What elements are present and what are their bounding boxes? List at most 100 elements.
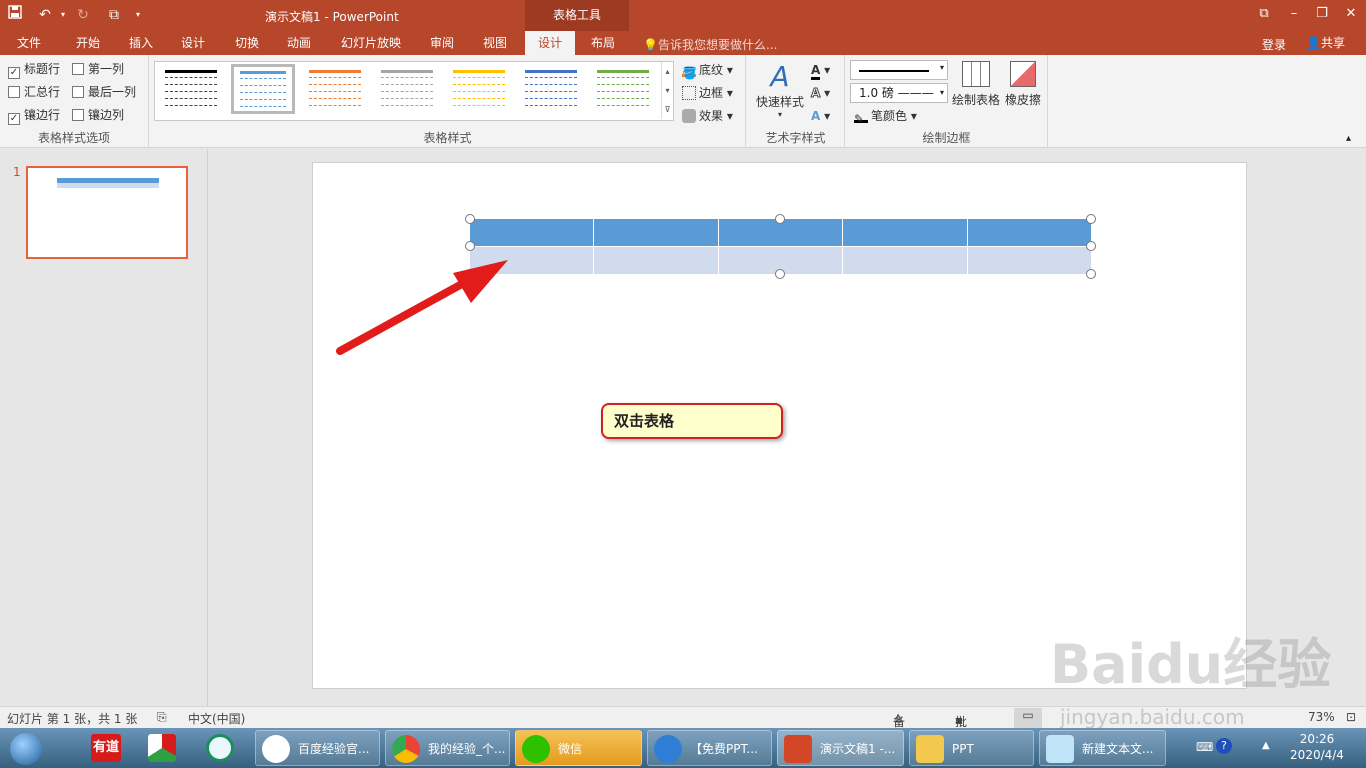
tab-insert[interactable]: 插入 xyxy=(118,31,164,55)
text-outline-button[interactable]: A ▾ xyxy=(810,83,830,103)
tab-view[interactable]: 视图 xyxy=(472,31,518,55)
gallery-scroll-up-icon[interactable]: ▴ xyxy=(661,62,673,81)
borders-button[interactable]: 边框 ▾ xyxy=(682,83,733,103)
tab-transitions[interactable]: 切换 xyxy=(224,31,270,55)
text-effects-button[interactable]: A ▾ xyxy=(811,106,830,126)
table-style-option[interactable] xyxy=(591,66,655,116)
redo-icon[interactable]: ↻ xyxy=(72,5,94,25)
baidu-watermark-logo: Baidu经验 xyxy=(1050,633,1332,696)
checkbox-banded-columns[interactable]: 镶边列 xyxy=(72,106,124,124)
restore-button[interactable]: ❐ xyxy=(1311,4,1333,24)
clock-time: 20:26 xyxy=(1299,732,1335,746)
tab-review[interactable]: 审阅 xyxy=(418,31,466,55)
table-style-option[interactable] xyxy=(231,64,295,114)
wechat-icon xyxy=(522,735,550,763)
sogou-browser-icon xyxy=(654,735,682,763)
tell-me-search[interactable]: 💡告诉我您想要做什么... xyxy=(643,36,777,53)
pinned-browser-icon[interactable] xyxy=(198,731,242,765)
checkbox-first-column[interactable]: 第一列 xyxy=(72,60,124,78)
tell-me-text: 告诉我您想要做什么... xyxy=(657,38,778,52)
pen-weight-dropdown[interactable]: 1.0 磅 ——— ▾ xyxy=(850,83,948,103)
notepad-icon xyxy=(1046,735,1074,763)
group-label: 绘制边框 xyxy=(922,131,971,145)
group-table-styles: ▴ ▾ ⊽ 🪣 底纹 ▾ 边框 ▾ 效果 ▾ 表格样式 xyxy=(150,55,746,148)
powerpoint-icon xyxy=(784,735,812,763)
spellcheck-icon[interactable]: ⎘ xyxy=(157,710,167,725)
zoom-level[interactable]: 73% xyxy=(1308,710,1335,724)
chevron-down-icon: ▾ xyxy=(939,63,944,72)
taskbar-item-new-text[interactable]: 新建文本文... xyxy=(1039,730,1166,766)
text-outline-icon: A xyxy=(810,86,821,101)
help-icon[interactable]: ? xyxy=(1216,738,1232,754)
ribbon-tabs: 文件 开始 插入 设计 切换 动画 幻灯片放映 审阅 视图 设计 布局 💡告诉我… xyxy=(0,31,1366,55)
pinned-youdao-icon[interactable]: 有道 xyxy=(84,731,128,765)
tab-file[interactable]: 文件 xyxy=(6,31,52,55)
tab-slideshow[interactable]: 幻灯片放映 xyxy=(334,31,408,55)
thumb-table-row xyxy=(57,183,159,188)
instruction-callout: 双击表格 xyxy=(601,403,783,439)
ribbon-display-options-icon[interactable]: ⧉ xyxy=(1253,4,1275,24)
checkbox-total-row[interactable]: 汇总行 xyxy=(8,83,60,101)
slide-canvas[interactable]: 双击表格 xyxy=(312,162,1247,689)
notification-chevron-icon[interactable]: ▲ xyxy=(1262,740,1270,751)
title-bar: ↶ ▾ ↻ ⧉ ▾ 演示文稿1 - PowerPoint 表格工具 ⧉ – ❐ … xyxy=(0,0,1366,31)
shading-button[interactable]: 🪣 底纹 ▾ xyxy=(682,60,733,80)
gallery-more-icon[interactable]: ⊽ xyxy=(661,100,673,119)
slideshow-start-icon[interactable]: ⧉ xyxy=(103,5,125,25)
taskbar-item-baidu-jingyan[interactable]: 百度经验官... xyxy=(255,730,380,766)
group-wordart-styles: A 快速样式 ▾ A ▾ A ▾ A ▾ 艺术字样式 xyxy=(747,55,845,148)
pen-style-dropdown[interactable]: ▾ xyxy=(850,60,948,80)
effects-button[interactable]: 效果 ▾ xyxy=(682,106,733,126)
normal-view-icon[interactable]: ▭ xyxy=(1014,708,1042,728)
minimize-button[interactable]: – xyxy=(1283,4,1305,24)
customize-toolbar-icon[interactable]: ▾ xyxy=(127,5,149,25)
taskbar-item-free-ppt[interactable]: 【免费PPT... xyxy=(647,730,772,766)
undo-dropdown-icon[interactable]: ▾ xyxy=(52,5,74,25)
folder-icon xyxy=(916,735,944,763)
group-label: 艺术字样式 xyxy=(765,131,826,145)
text-fill-button[interactable]: A ▾ xyxy=(811,60,830,80)
taskbar-item-my-experience[interactable]: 我的经验_个... xyxy=(385,730,510,766)
share-button[interactable]: 👤共享 xyxy=(1300,33,1351,53)
checkbox-header-row[interactable]: ✓ 标题行 xyxy=(8,60,60,79)
clock-date: 2020/4/4 xyxy=(1290,748,1344,762)
start-button[interactable] xyxy=(4,731,48,765)
language-indicator[interactable]: 中文(中国) xyxy=(188,710,245,727)
tab-design[interactable]: 设计 xyxy=(170,31,216,55)
sign-in-link[interactable]: 登录 xyxy=(1262,36,1286,53)
taskbar-item-powerpoint[interactable]: 演示文稿1 -... xyxy=(777,730,904,766)
share-label: 共享 xyxy=(1320,36,1345,50)
tab-table-design[interactable]: 设计 xyxy=(525,31,575,55)
close-button[interactable]: ✕ xyxy=(1340,4,1362,24)
system-clock[interactable]: 20:26 2020/4/4 xyxy=(1282,731,1352,763)
quick-styles-button[interactable]: A 快速样式 ▾ xyxy=(753,61,807,120)
gallery-scroll-down-icon[interactable]: ▾ xyxy=(661,81,673,100)
pinned-app-icon[interactable] xyxy=(140,731,184,765)
tab-animations[interactable]: 动画 xyxy=(276,31,322,55)
draw-table-button[interactable]: 绘制表格 xyxy=(950,61,1002,108)
table-style-option[interactable] xyxy=(519,66,583,116)
table-style-option[interactable] xyxy=(375,66,439,116)
table-style-option[interactable] xyxy=(303,66,367,116)
keyboard-icon[interactable]: ⌨ xyxy=(1196,740,1213,754)
checkbox-last-column[interactable]: 最后一列 xyxy=(72,83,136,101)
taskbar-item-ppt-folder[interactable]: PPT xyxy=(909,730,1034,766)
check-icon: ✓ xyxy=(8,67,20,79)
pen-icon: ✎ xyxy=(854,109,868,126)
pen-color-button[interactable]: ✎ 笔颜色 ▾ xyxy=(854,106,917,126)
table-style-option[interactable] xyxy=(447,66,511,116)
collapse-ribbon-icon[interactable]: ▴ xyxy=(1346,133,1351,144)
slide-thumbnail[interactable] xyxy=(26,166,188,259)
ribbon: ✓ 标题行 第一列 汇总行 最后一列 ✓ 镶边行 镶边列 表格样式选项 ▴ ▾ ⊽ 🪣 底… xyxy=(0,55,1366,148)
table-style-option[interactable] xyxy=(159,66,223,116)
eraser-button[interactable]: 橡皮擦 xyxy=(1002,61,1044,108)
save-icon[interactable] xyxy=(4,5,26,25)
watermark-url: jingyan.baidu.com xyxy=(1060,705,1245,729)
table-tools-context-header: 表格工具 xyxy=(525,0,629,31)
checkbox-banded-rows[interactable]: ✓ 镶边行 xyxy=(8,106,60,125)
draw-table-icon xyxy=(962,61,990,87)
tab-home[interactable]: 开始 xyxy=(64,31,112,55)
tab-table-layout[interactable]: 布局 xyxy=(580,31,626,55)
taskbar-item-wechat[interactable]: 微信 xyxy=(515,730,642,766)
fit-to-window-icon[interactable]: ⊡ xyxy=(1346,710,1356,724)
